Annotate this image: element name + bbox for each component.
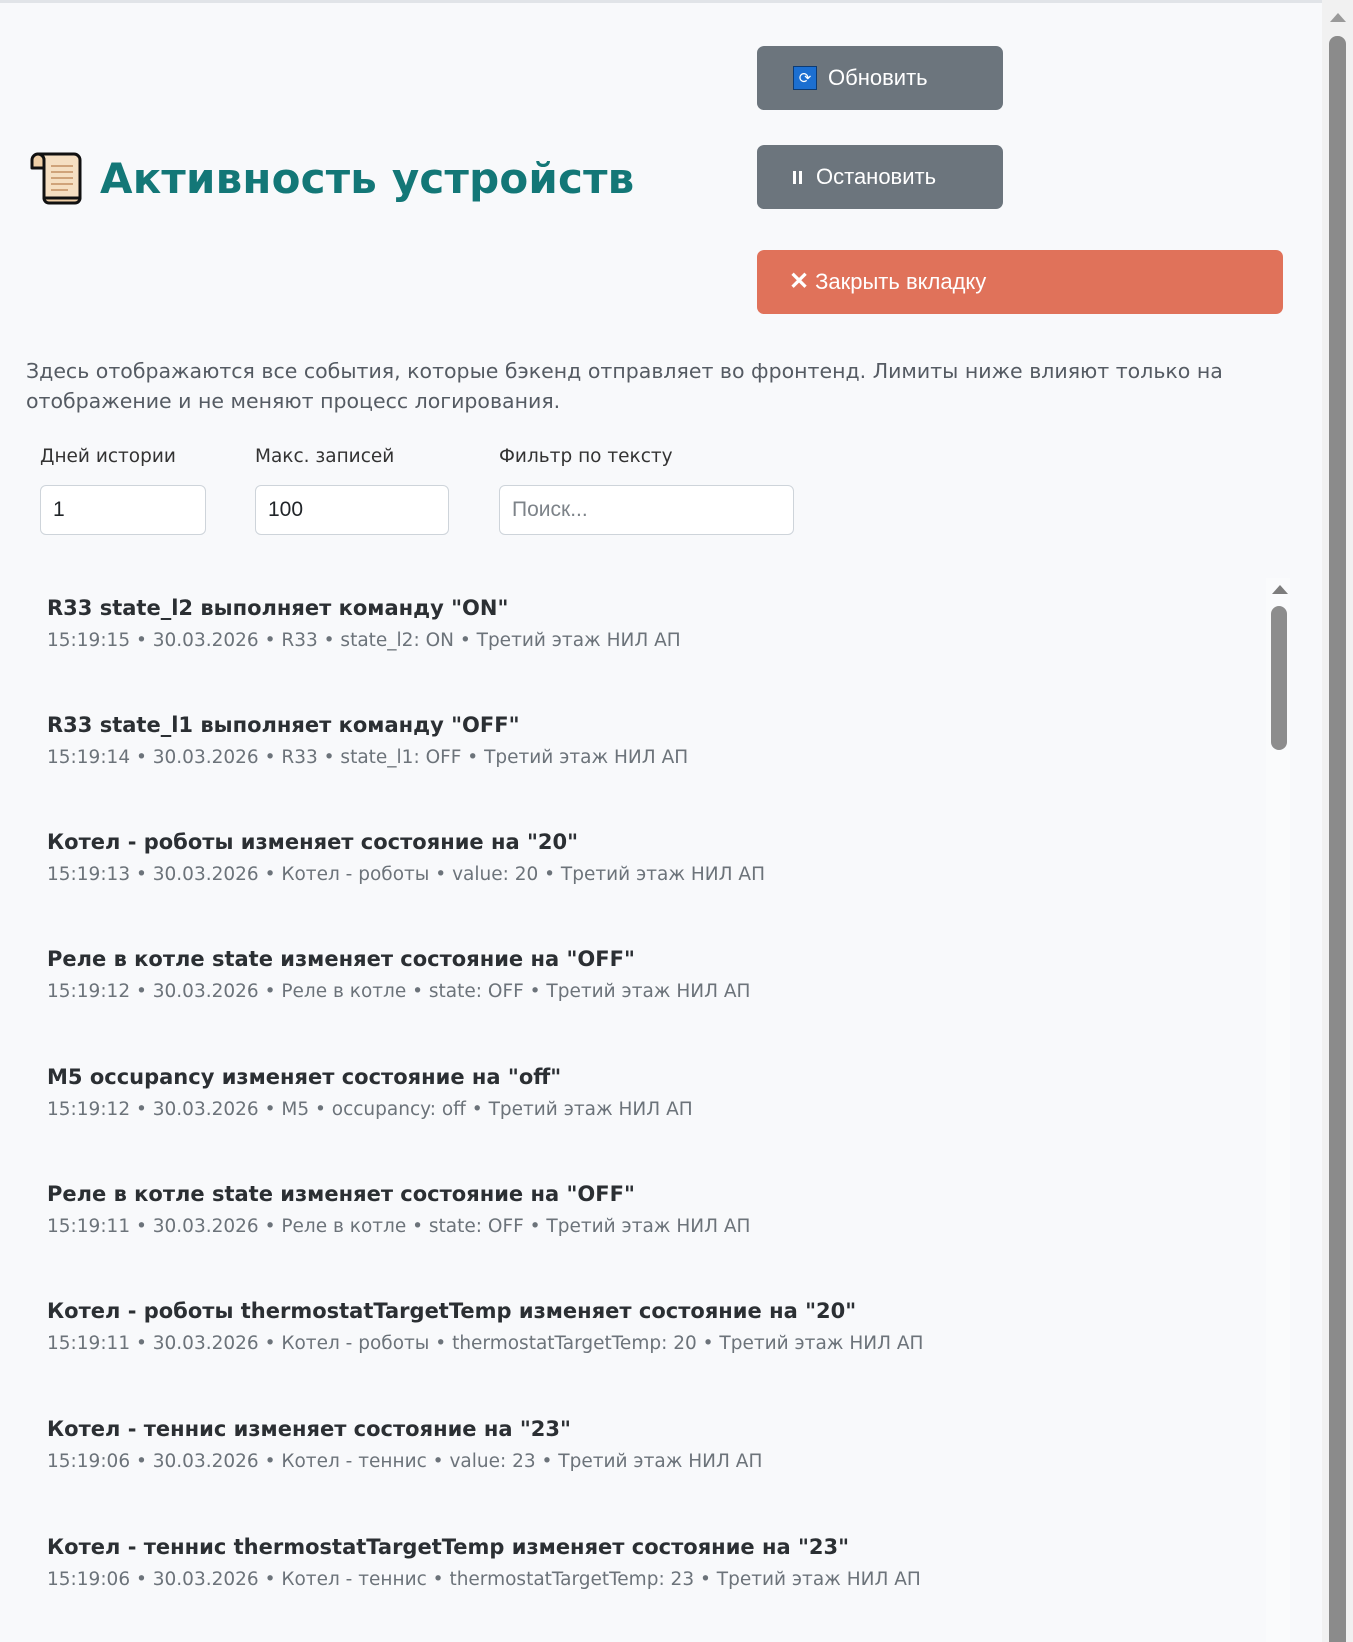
text-filter-label: Фильтр по тексту <box>499 446 673 467</box>
event-list-scroll-up-arrow[interactable] <box>1272 585 1288 594</box>
stop-button[interactable]: Остановить <box>757 145 1003 209</box>
event-meta: 15:19:13 • 30.03.2026 • Котел - роботы •… <box>47 864 765 885</box>
refresh-button[interactable]: ⟳ Обновить <box>757 46 1003 110</box>
event-list-scroll-thumb[interactable] <box>1271 606 1287 750</box>
event-item: R33 state_l2 выполняет команду "ON" 15:1… <box>47 594 681 653</box>
event-meta: 15:19:06 • 30.03.2026 • Котел - теннис •… <box>47 1451 763 1472</box>
event-item: R33 state_l1 выполняет команду "OFF" 15:… <box>47 711 688 770</box>
event-meta: 15:19:11 • 30.03.2026 • Реле в котле • s… <box>47 1216 751 1237</box>
event-title: M5 occupancy изменяет состояние на "off" <box>47 1065 562 1089</box>
event-item: Котел - роботы thermostatTargetTemp изме… <box>47 1297 923 1356</box>
event-item: M5 occupancy изменяет состояние на "off"… <box>47 1063 693 1122</box>
refresh-icon: ⟳ <box>793 66 817 90</box>
event-title: R33 state_l2 выполняет команду "ON" <box>47 596 509 620</box>
event-title: R33 state_l1 выполняет команду "OFF" <box>47 713 520 737</box>
event-title: Реле в котле state изменяет состояние на… <box>47 1182 635 1206</box>
page-scroll-up-arrow[interactable] <box>1330 13 1346 22</box>
page-title: Активность устройств <box>100 153 635 203</box>
event-title: Котел - теннис изменяет состояние на "23… <box>47 1417 571 1441</box>
days-history-input[interactable] <box>40 485 206 535</box>
event-meta: 15:19:12 • 30.03.2026 • Реле в котле • s… <box>47 981 751 1002</box>
scroll-icon <box>30 150 84 206</box>
page-scroll-thumb[interactable] <box>1329 36 1346 1642</box>
window-top-border <box>0 0 1330 3</box>
event-meta: 15:19:15 • 30.03.2026 • R33 • state_l2: … <box>47 630 681 651</box>
event-item: Реле в котле state изменяет состояние на… <box>47 945 750 1004</box>
event-meta: 15:19:14 • 30.03.2026 • R33 • state_l1: … <box>47 747 689 768</box>
event-item: Котел - теннис изменяет состояние на "23… <box>47 1415 762 1474</box>
max-records-label: Макс. записей <box>255 446 395 467</box>
max-records-input[interactable] <box>255 485 449 535</box>
event-meta: 15:19:12 • 30.03.2026 • M5 • occupancy: … <box>47 1099 693 1120</box>
pause-icon <box>793 170 802 184</box>
close-tab-button[interactable]: ✕ Закрыть вкладку <box>757 250 1283 314</box>
event-title: Котел - теннис thermostatTargetTemp изме… <box>47 1535 850 1559</box>
event-meta: 15:19:06 • 30.03.2026 • Котел - теннис •… <box>47 1569 921 1590</box>
event-item: Реле в котле state изменяет состояние на… <box>47 1180 750 1239</box>
event-title: Реле в котле state изменяет состояние на… <box>47 947 635 971</box>
event-title: Котел - роботы изменяет состояние на "20… <box>47 830 579 854</box>
text-filter-input[interactable] <box>499 485 794 535</box>
stop-button-label: Остановить <box>816 164 937 189</box>
event-item: Котел - роботы изменяет состояние на "20… <box>47 828 765 887</box>
days-history-label: Дней истории <box>40 446 176 467</box>
refresh-button-label: Обновить <box>828 65 928 90</box>
event-title: Котел - роботы thermostatTargetTemp изме… <box>47 1299 857 1323</box>
event-meta: 15:19:11 • 30.03.2026 • Котел - роботы •… <box>47 1333 924 1354</box>
page-header: Активность устройств <box>30 150 634 206</box>
page-description: Здесь отображаются все события, которые … <box>26 359 1223 413</box>
close-tab-button-label: Закрыть вкладку <box>815 269 987 294</box>
event-log-list: R33 state_l2 выполняет команду "ON" 15:1… <box>26 578 1290 1642</box>
event-item: Котел - теннис thermostatTargetTemp изме… <box>47 1533 921 1592</box>
close-icon: ✕ <box>789 268 810 295</box>
